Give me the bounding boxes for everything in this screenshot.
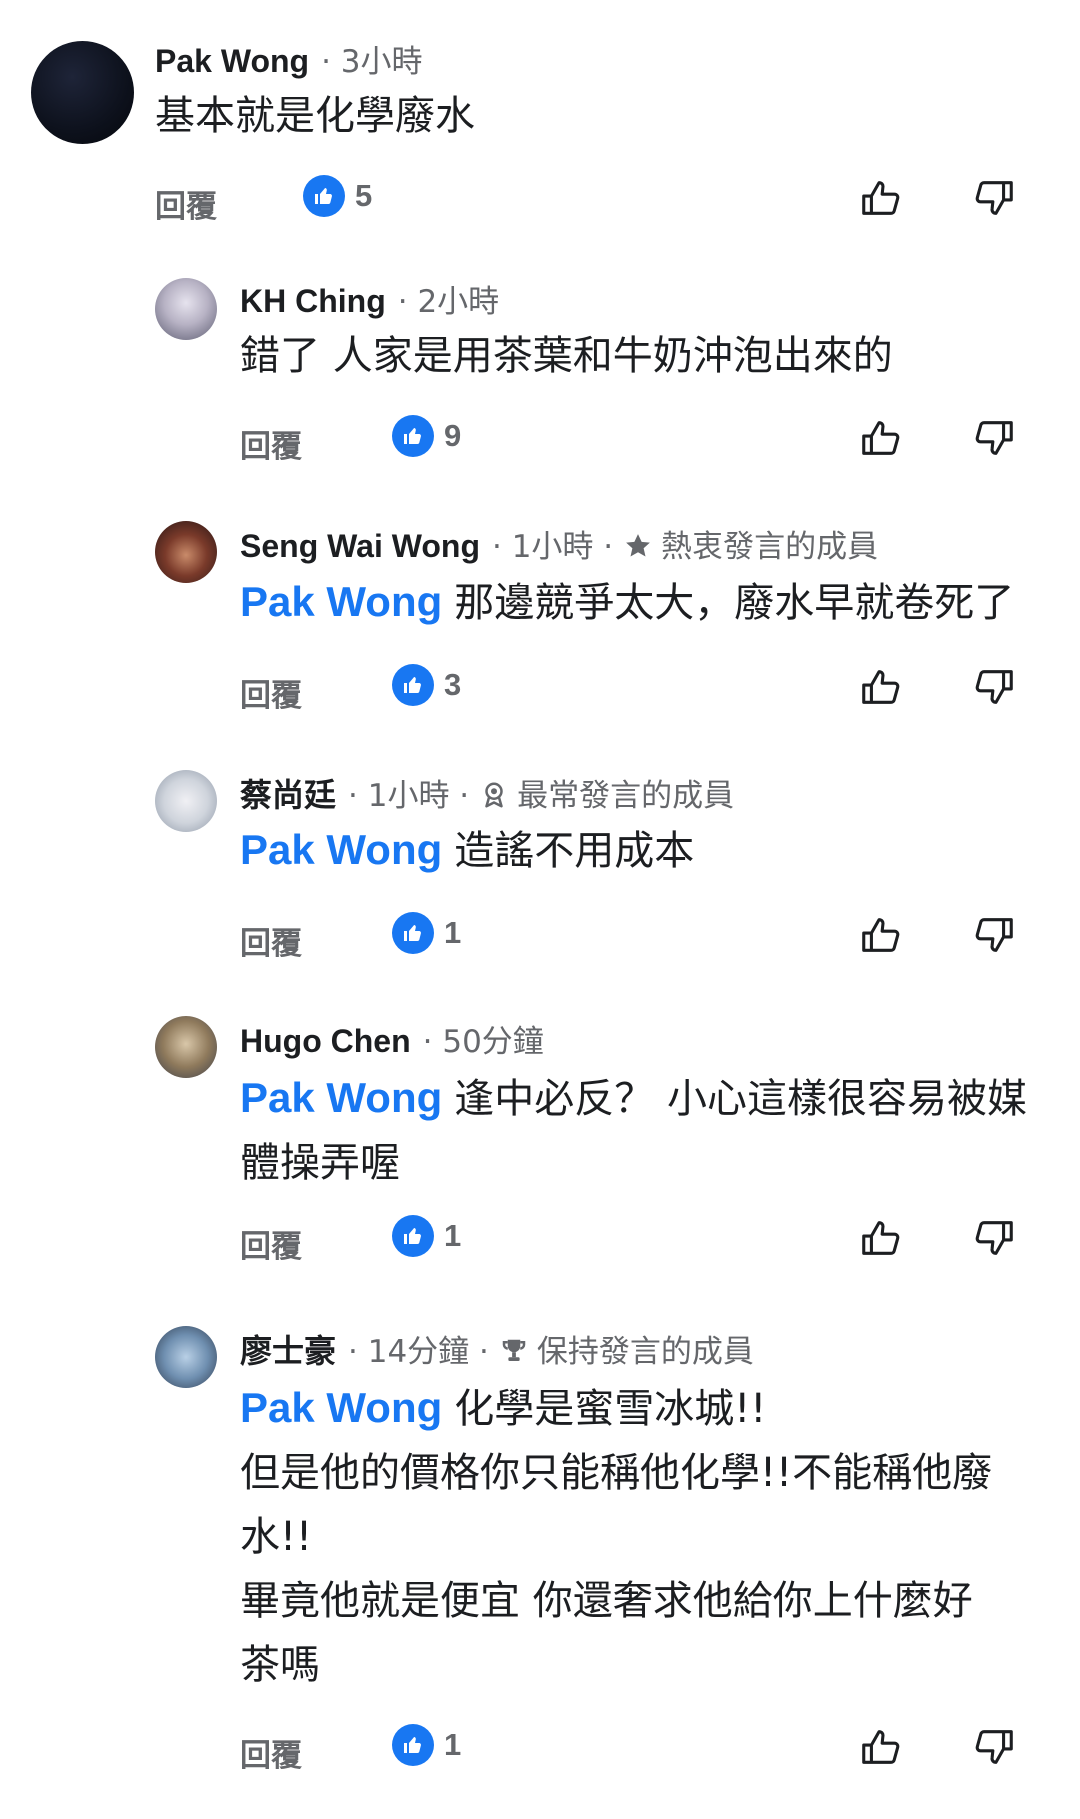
thumbs-down-icon[interactable] (971, 912, 1017, 958)
award-icon (485, 782, 503, 808)
avatar[interactable] (155, 1016, 217, 1078)
comment-text-content: 那邊競爭太大，廢水早就卷死了 (454, 580, 1015, 626)
like-reaction-icon (392, 415, 434, 457)
reply-button[interactable]: 回覆 (240, 421, 302, 466)
member-badge[interactable]: 保持發言的成員 (499, 1326, 754, 1371)
comment-text: 基本就是化學廢水 (155, 93, 475, 139)
comment-actions: 回覆 1 (0, 1213, 1080, 1273)
author-name[interactable]: KH Ching (240, 283, 386, 320)
comment-thread: Pak Wong · 3小時 基本就是化學廢水 回覆 5 KH Ching · (0, 0, 1080, 1819)
reply-button[interactable]: 回覆 (240, 670, 302, 715)
comment-line: 但是他的價格你只能稱他化學!!不能稱他廢 (240, 1450, 993, 1496)
comment-text-content: 逢中必反？ 小心這樣很容易被媒 (454, 1076, 1027, 1122)
timestamp[interactable]: · 14分鐘 · (348, 1326, 489, 1371)
thumbs-up-icon[interactable] (858, 664, 904, 710)
timestamp[interactable]: · 1小時 · (492, 521, 613, 566)
like-count: 1 (444, 1218, 462, 1253)
timestamp[interactable]: · 2小時 (398, 276, 499, 321)
reaction-count[interactable]: 1 (392, 1215, 461, 1257)
comment-line: 茶嗎 (240, 1642, 320, 1688)
reaction-count[interactable]: 1 (392, 912, 461, 954)
reaction-count[interactable]: 3 (392, 664, 461, 706)
member-badge[interactable]: 熱衷發言的成員 (623, 521, 878, 566)
like-reaction-icon (303, 175, 345, 217)
comment-actions: 回覆 3 (0, 662, 1080, 722)
badge-label: 最常發言的成員 (517, 778, 735, 814)
comment-text-content: 造謠不用成本 (454, 828, 695, 874)
avatar[interactable] (155, 770, 217, 832)
comment-line: 水!! (240, 1514, 313, 1560)
comment-actions: 回覆 1 (0, 910, 1080, 970)
badge-label: 熱衷發言的成員 (661, 529, 879, 565)
comment-text: Pak Wong 造謠不用成本 (240, 818, 694, 883)
star-icon (626, 534, 650, 557)
comment-line: 畢竟他就是便宜 你還奢求他給你上什麼好 (240, 1578, 973, 1624)
comment-text: Pak Wong 逢中必反？ 小心這樣很容易被媒 體操弄喔 (240, 1066, 1027, 1195)
author-name[interactable]: 廖士豪 (240, 1326, 336, 1372)
avatar[interactable] (155, 521, 217, 583)
trophy-icon (502, 1339, 526, 1361)
avatar[interactable] (155, 278, 217, 340)
reaction-count[interactable]: 9 (392, 415, 461, 457)
like-count: 5 (355, 178, 373, 213)
like-count: 1 (444, 915, 462, 950)
mention-link[interactable]: Pak Wong (240, 578, 442, 625)
comment-text: Pak Wong 化學是蜜雪冰城!! 但是他的價格你只能稱他化學!!不能稱他廢 水… (240, 1376, 992, 1697)
comment-text: 錯了 人家是用茶葉和牛奶沖泡出來的 (240, 333, 893, 379)
like-reaction-icon (392, 664, 434, 706)
avatar[interactable] (155, 1326, 217, 1388)
like-reaction-icon (392, 1215, 434, 1257)
thumbs-up-icon[interactable] (858, 1215, 904, 1261)
reaction-count[interactable]: 5 (303, 175, 372, 217)
thumbs-down-icon[interactable] (971, 664, 1017, 710)
avatar[interactable] (31, 41, 134, 144)
like-count: 3 (444, 667, 462, 702)
reply-button[interactable]: 回覆 (240, 918, 302, 963)
comment-actions: 回覆 1 (0, 1722, 1080, 1782)
thumbs-down-icon[interactable] (971, 1724, 1017, 1770)
comment-line: 體操弄喔 (240, 1140, 400, 1186)
comment-line: Pak Wong 逢中必反？ 小心這樣很容易被媒 (240, 1066, 1027, 1131)
comment-line: Pak Wong 化學是蜜雪冰城!! (240, 1376, 992, 1441)
like-reaction-icon (392, 1724, 434, 1766)
like-count: 1 (444, 1727, 462, 1762)
reply-button[interactable]: 回覆 (240, 1730, 302, 1775)
reaction-count[interactable]: 1 (392, 1724, 461, 1766)
comment-header: KH Ching · 2小時 (240, 276, 499, 321)
thumbs-up-icon[interactable] (858, 1724, 904, 1770)
thumbs-up-icon[interactable] (858, 912, 904, 958)
comment-header: Hugo Chen · 50分鐘 (240, 1016, 544, 1061)
reply-button[interactable]: 回覆 (155, 181, 217, 226)
reply-button[interactable]: 回覆 (240, 1221, 302, 1266)
mention-link[interactable]: Pak Wong (240, 1384, 442, 1431)
member-badge[interactable]: 最常發言的成員 (479, 770, 734, 815)
thumbs-down-icon[interactable] (971, 415, 1017, 461)
comment-header: 廖士豪 · 14分鐘 · 保持發言的成員 (240, 1326, 754, 1372)
mention-link[interactable]: Pak Wong (240, 1074, 442, 1121)
thumbs-up-icon[interactable] (858, 175, 904, 221)
timestamp[interactable]: · 50分鐘 (423, 1016, 544, 1061)
comment-header: 蔡尚廷 · 1小時 · 最常發言的成員 (240, 770, 734, 816)
like-reaction-icon (392, 912, 434, 954)
comment-actions: 回覆 9 (0, 413, 1080, 473)
comment-header: Pak Wong · 3小時 (155, 36, 423, 81)
comment-text-content: 化學是蜜雪冰城!! (454, 1386, 767, 1432)
comment-actions: 回覆 5 (0, 173, 1080, 233)
author-name[interactable]: Pak Wong (155, 43, 309, 80)
thumbs-down-icon[interactable] (971, 1215, 1017, 1261)
mention-link[interactable]: Pak Wong (240, 826, 442, 873)
author-name[interactable]: 蔡尚廷 (240, 770, 336, 816)
author-name[interactable]: Hugo Chen (240, 1023, 411, 1060)
comment-header: Seng Wai Wong · 1小時 · 熱衷發言的成員 (240, 521, 878, 566)
timestamp[interactable]: · 3小時 (321, 36, 422, 81)
comment-text: Pak Wong 那邊競爭太大，廢水早就卷死了 (240, 570, 1014, 635)
thumbs-up-icon[interactable] (858, 415, 904, 461)
timestamp[interactable]: · 1小時 · (348, 770, 469, 815)
author-name[interactable]: Seng Wai Wong (240, 528, 480, 565)
badge-label: 保持發言的成員 (536, 1334, 754, 1370)
like-count: 9 (444, 418, 462, 453)
thumbs-down-icon[interactable] (971, 175, 1017, 221)
